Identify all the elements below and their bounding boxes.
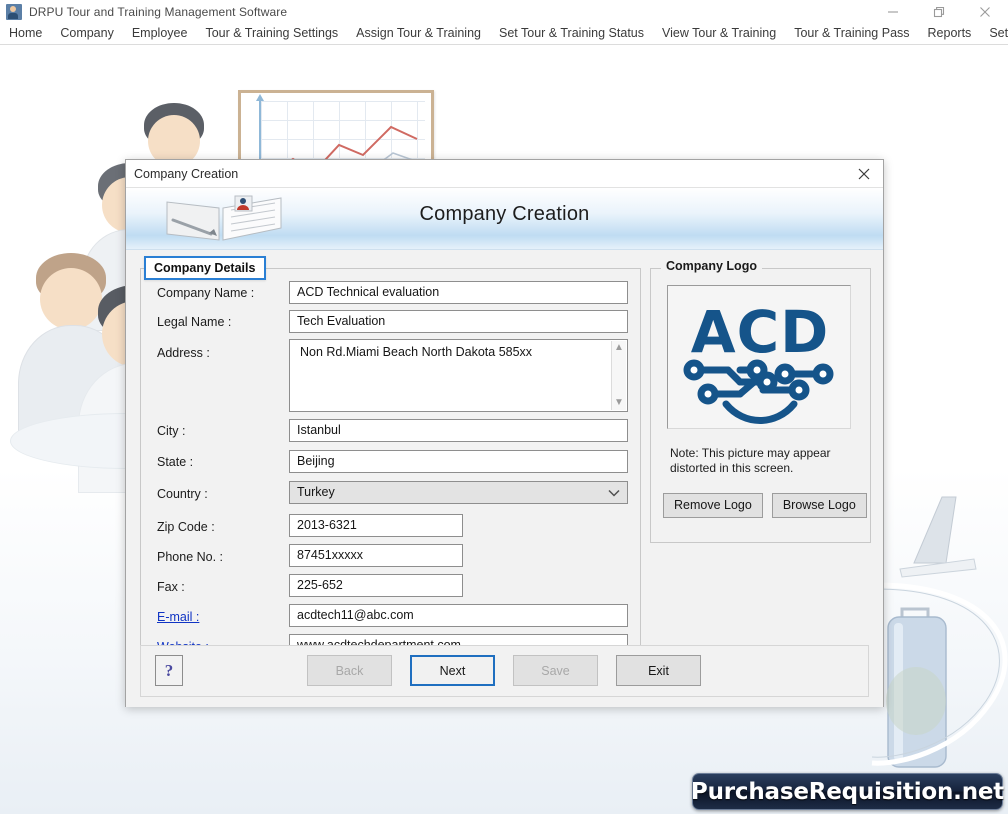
application-window: DRPU Tour and Training Management Softwa…	[0, 0, 1008, 814]
background-orbit-swoosh	[871, 582, 1008, 766]
label-state: State :	[157, 455, 194, 469]
input-zip-code[interactable]: 2013-6321	[289, 514, 463, 537]
help-button[interactable]: ?	[155, 655, 183, 686]
browse-logo-button[interactable]: Browse Logo	[771, 493, 867, 518]
logo-buttons: Remove Logo Browse Logo	[663, 493, 867, 518]
address-text: Non Rd.Miami Beach North Dakota 585xx	[300, 345, 533, 359]
label-zip-code: Zip Code :	[157, 520, 215, 534]
input-city[interactable]: Istanbul	[289, 419, 628, 442]
label-country: Country :	[157, 487, 208, 501]
company-details-groupbox: Company Details Company Name : ACD Techn…	[140, 256, 641, 660]
label-email-link[interactable]: E-mail :	[157, 610, 199, 624]
input-legal-name[interactable]: Tech Evaluation	[289, 310, 628, 333]
dialog-body: Company Details Company Name : ACD Techn…	[126, 250, 883, 707]
back-button[interactable]: Back	[307, 655, 392, 686]
window-titlebar: DRPU Tour and Training Management Softwa…	[0, 0, 1008, 23]
menu-item-employee[interactable]: Employee	[123, 23, 197, 44]
address-scrollbar[interactable]: ▲ ▼	[611, 341, 626, 410]
company-creation-dialog: Company Creation Company Creation Compan…	[125, 159, 884, 707]
minimize-icon[interactable]	[870, 0, 916, 23]
logo-distortion-note: Note: This picture may appear distorted …	[670, 446, 831, 475]
remove-logo-button[interactable]: Remove Logo	[663, 493, 763, 518]
menu-item-set-tour-training-status[interactable]: Set Tour & Training Status	[490, 23, 653, 44]
scroll-down-icon[interactable]: ▼	[614, 398, 624, 408]
window-controls	[870, 0, 1008, 23]
menu-item-assign-tour-training[interactable]: Assign Tour & Training	[347, 23, 490, 44]
label-address: Address :	[157, 346, 210, 360]
dialog-close-icon[interactable]	[851, 163, 877, 185]
label-company-name: Company Name :	[157, 286, 255, 300]
close-icon[interactable]	[962, 0, 1008, 23]
window-title: DRPU Tour and Training Management Softwa…	[29, 4, 288, 19]
app-user-icon	[6, 3, 22, 20]
exit-button[interactable]: Exit	[616, 655, 701, 686]
menu-item-settings[interactable]: Settings	[980, 23, 1008, 44]
dialog-footer: ? Back Next Save Exit	[140, 645, 869, 697]
input-email[interactable]: acdtech11@abc.com	[289, 604, 628, 627]
svg-text:ACD: ACD	[691, 298, 830, 366]
acd-company-logo: ACD	[667, 285, 851, 429]
input-address[interactable]: Non Rd.Miami Beach North Dakota 585xx ▲ …	[289, 339, 628, 412]
input-state[interactable]: Beijing	[289, 450, 628, 473]
select-country-value: Turkey	[297, 485, 335, 499]
input-company-name[interactable]: ACD Technical evaluation	[289, 281, 628, 304]
menu-item-view-tour-training[interactable]: View Tour & Training	[653, 23, 785, 44]
select-country[interactable]: Turkey	[289, 481, 628, 504]
input-fax[interactable]: 225-652	[289, 574, 463, 597]
company-logo-legend: Company Logo	[661, 259, 762, 273]
save-button[interactable]: Save	[513, 655, 598, 686]
tab-company-details[interactable]: Company Details	[144, 256, 267, 280]
menu-item-tour-training-settings[interactable]: Tour & Training Settings	[196, 23, 347, 44]
scroll-up-icon[interactable]: ▲	[614, 343, 624, 353]
dialog-title: Company Creation	[134, 166, 239, 181]
menu-item-tour-training-pass[interactable]: Tour & Training Pass	[785, 23, 918, 44]
main-menubar: Home Company Employee Tour & Training Se…	[0, 23, 1008, 45]
menu-item-reports[interactable]: Reports	[919, 23, 981, 44]
dialog-header-title: Company Creation	[419, 203, 590, 225]
label-city: City :	[157, 424, 186, 438]
restore-icon[interactable]	[916, 0, 962, 23]
input-phone-no[interactable]: 87451xxxxx	[289, 544, 463, 567]
wizard-actions: Back Next Save Exit	[307, 655, 701, 686]
watermark-text: PurchaseRequisition.net	[690, 778, 1005, 805]
menu-item-home[interactable]: Home	[0, 23, 51, 44]
menu-item-company[interactable]: Company	[51, 23, 123, 44]
dialog-titlebar: Company Creation	[126, 160, 883, 188]
label-legal-name: Legal Name :	[157, 315, 232, 329]
label-fax: Fax :	[157, 580, 185, 594]
chevron-down-icon[interactable]	[608, 482, 620, 503]
company-logo-groupbox: Company Logo ACD Note: This picture may …	[650, 259, 871, 543]
watermark-badge: PurchaseRequisition.net	[690, 773, 1005, 810]
label-phone-no: Phone No. :	[157, 550, 224, 564]
dialog-header-banner: Company Creation	[126, 188, 883, 250]
next-button[interactable]: Next	[410, 655, 495, 686]
